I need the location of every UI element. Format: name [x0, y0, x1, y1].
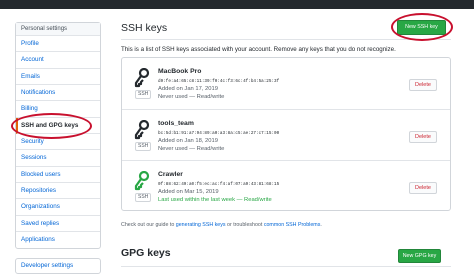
- footer-suffix: .: [320, 222, 322, 228]
- sidebar-item-ssh-gpg-keys[interactable]: SSH and GPG keys: [16, 117, 100, 135]
- key-usage: Last used within the last week — Read/wr…: [158, 197, 272, 203]
- key-icon-bow: [138, 171, 150, 182]
- sidebar-header: Personal settings: [16, 23, 100, 36]
- sidebar-item-account[interactable]: Account: [16, 52, 100, 69]
- sidebar-item-notifications[interactable]: Notifications: [16, 85, 100, 102]
- ssh-type-label: SSH: [135, 90, 152, 99]
- sidebar-item-billing[interactable]: Billing: [16, 101, 100, 118]
- sidebar-item-developer-settings[interactable]: Developer settings: [16, 259, 100, 273]
- intro-text: This is a list of SSH keys associated wi…: [121, 46, 396, 53]
- title-divider: [121, 39, 451, 40]
- key-usage: Never used — Read/write: [158, 94, 225, 100]
- sidebar-item-emails[interactable]: Emails: [16, 69, 100, 86]
- key-added-date: Added on Jan 17, 2019: [158, 86, 218, 92]
- new-gpg-key-button[interactable]: New GPG key: [398, 249, 441, 263]
- ssh-key-row: SSH tools_team bc:5d:b1:91:a7:94:89:a0:a…: [122, 109, 450, 160]
- sidebar-item-saved-replies[interactable]: Saved replies: [16, 216, 100, 233]
- delete-key-button[interactable]: Delete: [409, 79, 437, 91]
- generating-ssh-keys-link[interactable]: generating SSH keys: [176, 222, 226, 228]
- key-added-date: Added on Mar 15, 2019: [158, 189, 219, 195]
- key-added-date: Added on Jan 18, 2019: [158, 138, 218, 144]
- ssh-key-list: SSH MacBook Pro d9:fe:a4:65:c8:11:39:f0:…: [121, 57, 451, 211]
- key-icon: [134, 171, 150, 191]
- footer-middle: or troubleshoot: [225, 222, 264, 228]
- key-fingerprint: bc:5d:b1:91:a7:94:89:a0:a3:8a:c5:ae:27:c…: [158, 131, 280, 136]
- ssh-type-label: SSH: [135, 142, 152, 151]
- key-icon: [134, 120, 150, 140]
- sidebar-item-repositories[interactable]: Repositories: [16, 183, 100, 200]
- key-fingerprint: d9:fe:a4:65:c8:11:39:f0:4c:f3:6c:4f:b4:5…: [158, 79, 280, 84]
- footer-prefix: Check out our guide to: [121, 222, 176, 228]
- key-usage: Never used — Read/write: [158, 146, 225, 152]
- sidebar-item-blocked-users[interactable]: Blocked users: [16, 167, 100, 184]
- sidebar-item-applications[interactable]: Applications: [16, 232, 100, 248]
- sidebar-item-profile[interactable]: Profile: [16, 36, 100, 53]
- key-icon-bow: [138, 120, 150, 131]
- common-ssh-problems-link[interactable]: common SSH Problems: [264, 222, 321, 228]
- sidebar-item-security[interactable]: Security: [16, 134, 100, 151]
- key-icon: [134, 68, 150, 88]
- sidebar-item-sessions[interactable]: Sessions: [16, 150, 100, 167]
- gpg-keys-title: GPG keys: [121, 247, 171, 259]
- delete-key-button[interactable]: Delete: [409, 131, 437, 143]
- ssh-key-row: SSH MacBook Pro d9:fe:a4:65:c8:11:39:f0:…: [122, 58, 450, 109]
- ssh-key-row: SSH Crawler 0f:88:62:49:a0:f5:ec:ac:f4:a…: [122, 160, 450, 211]
- top-navigation-bar: [0, 0, 474, 9]
- key-title: tools_team: [158, 120, 194, 127]
- ssh-guide-footer: Check out our guide to generating SSH ke…: [121, 222, 322, 228]
- gpg-divider: [121, 266, 451, 267]
- key-fingerprint: 0f:88:62:49:a0:f5:ec:ac:f4:af:07:a9:43:8…: [158, 182, 280, 187]
- sidebar-item-organizations[interactable]: Organizations: [16, 199, 100, 216]
- key-icon-bow: [138, 68, 150, 79]
- settings-sidebar: Personal settings Profile Account Emails…: [15, 22, 101, 250]
- ssh-type-label: SSH: [135, 193, 152, 202]
- new-ssh-key-button[interactable]: New SSH key: [397, 20, 446, 35]
- key-title: Crawler: [158, 171, 183, 178]
- page-title: SSH keys: [121, 22, 168, 34]
- developer-settings-box: Developer settings: [15, 258, 101, 274]
- key-title: MacBook Pro: [158, 68, 202, 75]
- delete-key-button[interactable]: Delete: [409, 182, 437, 194]
